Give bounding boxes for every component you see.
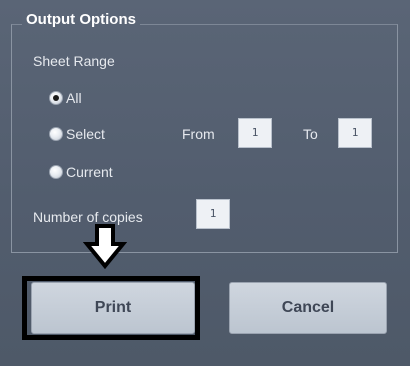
radio-all-label[interactable]: All	[66, 89, 82, 107]
cancel-button[interactable]: Cancel	[229, 282, 387, 334]
cancel-button-label: Cancel	[281, 299, 335, 316]
from-input[interactable]: 1	[238, 118, 272, 148]
print-button-label: Print	[94, 299, 132, 316]
radio-select-label[interactable]: Select	[66, 125, 105, 143]
from-label: From	[182, 126, 215, 142]
radio-current[interactable]	[49, 165, 63, 179]
to-input[interactable]: 1	[338, 118, 372, 148]
copies-input[interactable]: 1	[196, 199, 230, 229]
to-label: To	[303, 126, 318, 142]
print-button[interactable]: Print	[31, 282, 195, 334]
sheet-range-label: Sheet Range	[33, 53, 115, 69]
output-options-title: Output Options	[22, 10, 140, 30]
radio-all[interactable]	[49, 91, 63, 105]
down-arrow-icon	[83, 224, 127, 269]
radio-select[interactable]	[49, 127, 63, 141]
radio-current-label[interactable]: Current	[66, 163, 113, 181]
